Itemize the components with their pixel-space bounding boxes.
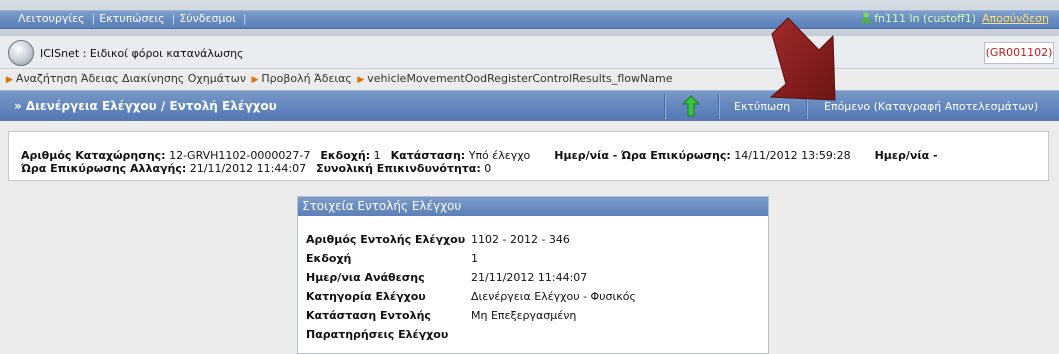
summary-line-1: Αριθμός Καταχώρησης: 12-GRVH1102-0000027… <box>21 149 938 162</box>
validation-date-label: Ημερ/νία - Ώρα Επικύρωσης: <box>554 149 731 162</box>
app-title: ICISnet : Ειδικοί φόροι κατανάλωσης <box>40 47 244 60</box>
detail-value: 21/11/2012 11:44:07 <box>471 271 588 284</box>
detail-value: Μη Επεξεργασμένη <box>471 309 577 322</box>
summary-line-2: Ώρα Επικύρωσης Αλλαγής: 21/11/2012 11:44… <box>21 162 938 175</box>
top-menu-bar: Λειτουργίες | Εκτυπώσεις | Σύνδεσμοι | fn111 … <box>0 0 1059 36</box>
main-menu: Λειτουργίες | Εκτυπώσεις | Σύνδεσμοι | <box>18 12 251 25</box>
user-name: fn111 ln (custoff1) <box>874 12 977 25</box>
breadcrumb-item-view[interactable]: Προβολή Άδειας <box>261 72 351 85</box>
app-logo-icon <box>8 40 34 66</box>
version-label: Εκδοχή: <box>320 149 371 162</box>
change-date-label: Ημερ/νία - <box>874 149 938 162</box>
menu-item-prints[interactable]: Εκτυπώσεις <box>99 12 164 25</box>
menu-item-links[interactable]: Σύνδεσμοι <box>179 12 236 25</box>
page-title: » Διενέργεια Ελέγχου / Εντολή Ελέγχου <box>14 99 277 113</box>
breadcrumb-item-search[interactable]: Αναζήτηση Άδειας Διακίνησης Οχημάτων <box>16 72 246 85</box>
registration-value: 12-GRVH1102-0000027-7 <box>169 149 311 162</box>
toolbar-divider <box>806 93 808 119</box>
detail-label: Κατάσταση Εντολής <box>306 309 431 322</box>
registration-label: Αριθμός Καταχώρησης: <box>21 149 166 162</box>
breadcrumb-arrow-icon: ▶ <box>251 75 259 85</box>
next-button[interactable]: Επόμενο (Καταγραφή Αποτελεσμάτων) <box>824 100 1038 113</box>
status-label: Κατάσταση: <box>390 149 466 162</box>
validation-date-value: 14/11/2012 13:59:28 <box>734 149 851 162</box>
detail-value: 1102 - 2012 - 346 <box>471 233 570 246</box>
user-icon <box>861 12 871 23</box>
declaration-summary: Αριθμός Καταχώρησης: 12-GRVH1102-0000027… <box>8 131 1049 181</box>
breadcrumb: ▶ Αναζήτηση Άδειας Διακίνησης Οχημάτων ▶ Π… <box>0 69 1059 88</box>
page-toolbar: » Διενέργεια Ελέγχου / Εντολή Ελέγχου Εκ… <box>0 90 1059 121</box>
menu-separator: | <box>242 12 247 25</box>
office-code-badge: (GR001102) <box>984 42 1054 64</box>
toolbar-divider <box>664 93 666 119</box>
app-title-bar: ICISnet : Ειδικοί φόροι κατανάλωσης (GR0… <box>0 36 1059 69</box>
up-arrow-icon[interactable] <box>672 94 710 118</box>
breadcrumb-arrow-icon: ▶ <box>357 75 365 85</box>
status-value: Υπό έλεγχο <box>468 149 531 162</box>
detail-value: 1 <box>471 252 478 265</box>
detail-label: Εκδοχή <box>306 252 352 265</box>
toolbar-divider <box>718 93 720 119</box>
detail-value: Διενέργεια Ελέγχου - Φυσικός <box>471 290 636 303</box>
user-area: fn111 ln (custoff1) Αποσύνδεση <box>861 12 1049 25</box>
risk-value: 0 <box>484 162 492 175</box>
change-date-label-cont: Ώρα Επικύρωσης Αλλαγής: <box>21 162 187 175</box>
menu-separator: | <box>171 12 176 25</box>
detail-label: Αριθμός Εντολής Ελέγχου <box>306 233 466 246</box>
menu-item-functions[interactable]: Λειτουργίες <box>18 12 85 25</box>
control-order-header: Στοιχεία Εντολής Ελέγχου <box>298 197 768 216</box>
version-value: 1 <box>373 149 381 162</box>
detail-label: Κατηγορία Ελέγχου <box>306 290 426 303</box>
breadcrumb-arrow-icon: ▶ <box>6 75 13 85</box>
control-order-panel: Στοιχεία Εντολής Ελέγχου Αριθμός Εντολής… <box>297 196 769 354</box>
detail-label: Παρατηρήσεις Ελέγχου <box>306 328 449 341</box>
logout-link[interactable]: Αποσύνδεση <box>982 12 1049 25</box>
change-date-value: 21/11/2012 11:44:07 <box>189 162 307 175</box>
menu-separator: | <box>91 12 96 25</box>
print-button[interactable]: Εκτύπωση <box>734 100 790 113</box>
risk-label: Συνολική Επικινδυνότητα: <box>316 162 481 175</box>
summary-text: Αριθμός Καταχώρησης: 12-GRVH1102-0000027… <box>21 149 938 175</box>
detail-label: Ημερ/νια Ανάθεσης <box>306 271 425 284</box>
breadcrumb-item-current: vehicleMovementOodRegisterControlResults… <box>367 72 673 85</box>
